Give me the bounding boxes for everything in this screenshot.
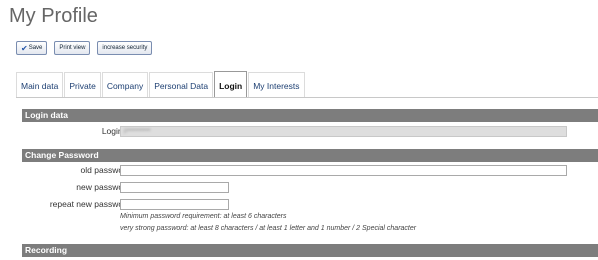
section-change-password: Change Password	[22, 149, 598, 162]
print-view-button[interactable]: Print view	[54, 41, 91, 55]
toolbar: ✔ Save Print view increase security	[16, 41, 153, 55]
profile-tabs: Main data Private Company Personal Data …	[16, 71, 306, 99]
new-password-input[interactable]	[120, 182, 229, 193]
tab-my-interests[interactable]: My Interests	[248, 72, 305, 98]
tab-main-data[interactable]: Main data	[16, 72, 64, 98]
strong-password-note: very strong password: at least 8 charact…	[120, 225, 417, 232]
section-login-data: Login data	[22, 109, 598, 122]
min-password-note: Minimum password requirement: at least 6…	[120, 213, 287, 220]
save-button-label: Save	[28, 45, 43, 51]
repeat-password-input[interactable]	[120, 199, 229, 210]
page-title: My Profile	[9, 5, 98, 27]
save-button[interactable]: ✔ Save	[16, 41, 48, 55]
section-recording: Recording	[22, 244, 598, 257]
increase-security-button[interactable]: increase security	[97, 41, 153, 55]
login-field: p•••••••••••	[120, 126, 567, 137]
checkmark-icon: ✔	[21, 43, 28, 53]
old-password-input[interactable]	[120, 165, 567, 176]
login-value: p•••••••••••	[124, 128, 151, 134]
login-panel: Login data Login: p••••••••••• Change Pa…	[16, 98, 598, 260]
tab-login[interactable]: Login	[214, 71, 248, 99]
tab-personal-data[interactable]: Personal Data	[149, 72, 214, 98]
tab-company[interactable]: Company	[101, 72, 149, 98]
tab-private[interactable]: Private	[64, 72, 101, 98]
